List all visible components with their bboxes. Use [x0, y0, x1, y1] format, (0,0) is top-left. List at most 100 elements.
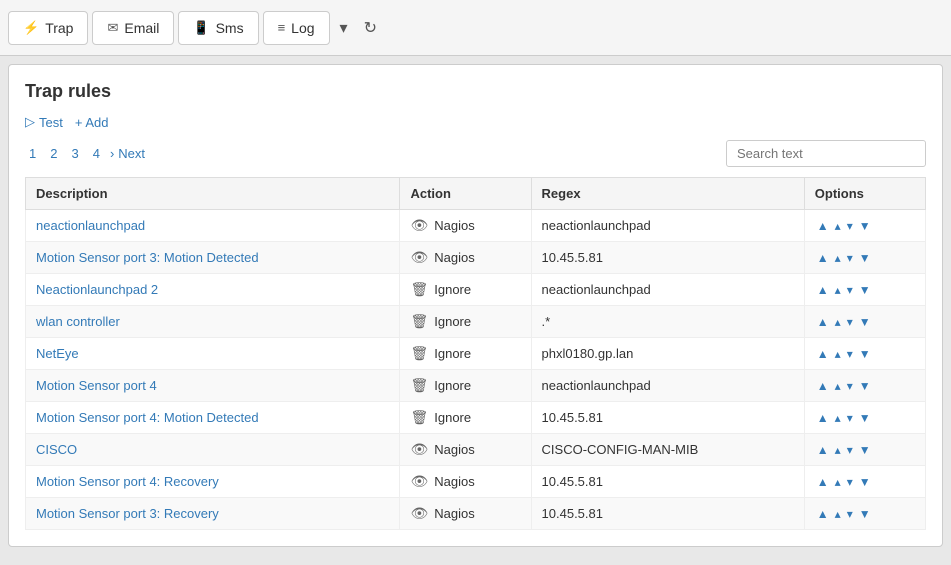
move-down-button-3[interactable]: ▼	[857, 218, 873, 234]
table-header-row: Description Action Regex Options	[26, 178, 926, 210]
cell-regex: 10.45.5.81	[531, 466, 804, 498]
cell-description: Motion Sensor port 4: Motion Detected	[26, 402, 400, 434]
nav-tab-log[interactable]: ≡ Log	[263, 11, 330, 45]
move-down-button-2[interactable]: ▾	[845, 506, 855, 522]
move-down-button-2[interactable]: ▾	[845, 282, 855, 298]
cell-description: Motion Sensor port 3: Motion Detected	[26, 242, 400, 274]
test-button[interactable]: ▷ Test	[25, 114, 63, 130]
page-1-button[interactable]: 1	[25, 144, 40, 163]
move-up-button-0[interactable]: ▲	[815, 314, 831, 330]
action-label: Ignore	[434, 346, 471, 361]
action-label: Ignore	[434, 410, 471, 425]
trash-icon: 🗑	[410, 313, 428, 330]
eye-icon: 👁	[410, 441, 428, 458]
cell-options: ▲▴▾▼	[804, 274, 925, 306]
description-link[interactable]: neactionlaunchpad	[36, 218, 145, 233]
move-down-button-2[interactable]: ▾	[845, 474, 855, 490]
cell-description: Neactionlaunchpad 2	[26, 274, 400, 306]
nav-chevron-button[interactable]: ▾	[334, 14, 354, 42]
move-up-button-0[interactable]: ▲	[815, 282, 831, 298]
cell-options: ▲▴▾▼	[804, 466, 925, 498]
description-link[interactable]: Motion Sensor port 4	[36, 378, 157, 393]
search-input[interactable]	[726, 140, 926, 167]
cell-regex: .*	[531, 306, 804, 338]
action-label: Ignore	[434, 282, 471, 297]
action-label: Nagios	[434, 442, 474, 457]
move-down-button-3[interactable]: ▼	[857, 506, 873, 522]
description-link[interactable]: wlan controller	[36, 314, 120, 329]
move-down-button-2[interactable]: ▾	[845, 250, 855, 266]
chevron-right-icon: ›	[110, 146, 114, 161]
table-row: Motion Sensor port 3: Motion Detected 👁Na…	[26, 242, 926, 274]
nav-tab-email[interactable]: ✉ Email	[92, 11, 174, 45]
add-button[interactable]: + Add	[75, 115, 109, 130]
col-description: Description	[26, 178, 400, 210]
move-up-button-0[interactable]: ▲	[815, 378, 831, 394]
move-up-button-0[interactable]: ▲	[815, 506, 831, 522]
move-up-button-1[interactable]: ▴	[833, 250, 843, 266]
move-down-button-3[interactable]: ▼	[857, 346, 873, 362]
move-up-button-1[interactable]: ▴	[833, 346, 843, 362]
move-up-button-1[interactable]: ▴	[833, 218, 843, 234]
move-down-button-2[interactable]: ▾	[845, 218, 855, 234]
trap-icon: ⚡	[23, 20, 39, 36]
cell-action: 👁Nagios	[400, 210, 531, 242]
cell-regex: neactionlaunchpad	[531, 274, 804, 306]
move-up-button-1[interactable]: ▴	[833, 314, 843, 330]
cell-regex: phxl0180.gp.lan	[531, 338, 804, 370]
move-down-button-3[interactable]: ▼	[857, 250, 873, 266]
description-link[interactable]: CISCO	[36, 442, 77, 457]
page-4-button[interactable]: 4	[89, 144, 104, 163]
move-down-button-2[interactable]: ▾	[845, 314, 855, 330]
move-down-button-3[interactable]: ▼	[857, 314, 873, 330]
nav-refresh-button[interactable]: ↻	[358, 14, 383, 42]
move-up-button-1[interactable]: ▴	[833, 410, 843, 426]
cell-action: 👁Nagios	[400, 242, 531, 274]
move-down-button-2[interactable]: ▾	[845, 378, 855, 394]
page-3-button[interactable]: 3	[67, 144, 82, 163]
description-link[interactable]: Motion Sensor port 4: Motion Detected	[36, 410, 259, 425]
move-up-button-0[interactable]: ▲	[815, 442, 831, 458]
table-row: Motion Sensor port 4: Motion Detected🗑Ig…	[26, 402, 926, 434]
move-down-button-3[interactable]: ▼	[857, 282, 873, 298]
move-down-button-2[interactable]: ▾	[845, 346, 855, 362]
cell-regex: CISCO-CONFIG-MAN-MIB	[531, 434, 804, 466]
cell-description: Motion Sensor port 4: Recovery	[26, 466, 400, 498]
col-action: Action	[400, 178, 531, 210]
move-up-button-0[interactable]: ▲	[815, 346, 831, 362]
test-icon: ▷	[25, 114, 35, 130]
cell-description: wlan controller	[26, 306, 400, 338]
description-link[interactable]: Motion Sensor port 4: Recovery	[36, 474, 219, 489]
move-up-button-1[interactable]: ▴	[833, 282, 843, 298]
move-up-button-1[interactable]: ▴	[833, 506, 843, 522]
nav-tab-sms[interactable]: 📱 Sms	[178, 11, 258, 45]
table-row: Motion Sensor port 4: Recovery👁Nagios10.…	[26, 466, 926, 498]
move-up-button-1[interactable]: ▴	[833, 442, 843, 458]
description-link[interactable]: Neactionlaunchpad 2	[36, 282, 158, 297]
description-link[interactable]: Motion Sensor port 3: Recovery	[36, 506, 219, 521]
nav-tab-trap[interactable]: ⚡ Trap	[8, 11, 88, 45]
next-page-button[interactable]: › Next	[110, 146, 145, 161]
description-link[interactable]: NetEye	[36, 346, 79, 361]
move-down-button-2[interactable]: ▾	[845, 410, 855, 426]
description-link[interactable]: Motion Sensor port 3: Motion Detected	[36, 250, 259, 265]
move-up-button-0[interactable]: ▲	[815, 410, 831, 426]
table-row: wlan controller🗑Ignore.*▲▴▾▼	[26, 306, 926, 338]
page-2-button[interactable]: 2	[46, 144, 61, 163]
move-up-button-1[interactable]: ▴	[833, 378, 843, 394]
pagination-bar: 1 2 3 4 › Next	[25, 140, 926, 167]
move-down-button-3[interactable]: ▼	[857, 442, 873, 458]
move-up-button-0[interactable]: ▲	[815, 250, 831, 266]
action-label: Nagios	[434, 474, 474, 489]
move-up-button-0[interactable]: ▲	[815, 218, 831, 234]
main-content: Trap rules ▷ Test + Add 1 2 3 4 › Next D…	[8, 64, 943, 547]
table-row: neactionlaunchpad👁Nagiosneactionlaunchpa…	[26, 210, 926, 242]
move-down-button-3[interactable]: ▼	[857, 474, 873, 490]
move-up-button-0[interactable]: ▲	[815, 474, 831, 490]
move-down-button-3[interactable]: ▼	[857, 378, 873, 394]
move-down-button-3[interactable]: ▼	[857, 410, 873, 426]
move-up-button-1[interactable]: ▴	[833, 474, 843, 490]
trash-icon: 🗑	[410, 377, 428, 394]
move-down-button-2[interactable]: ▾	[845, 442, 855, 458]
cell-description: Motion Sensor port 3: Recovery	[26, 498, 400, 530]
